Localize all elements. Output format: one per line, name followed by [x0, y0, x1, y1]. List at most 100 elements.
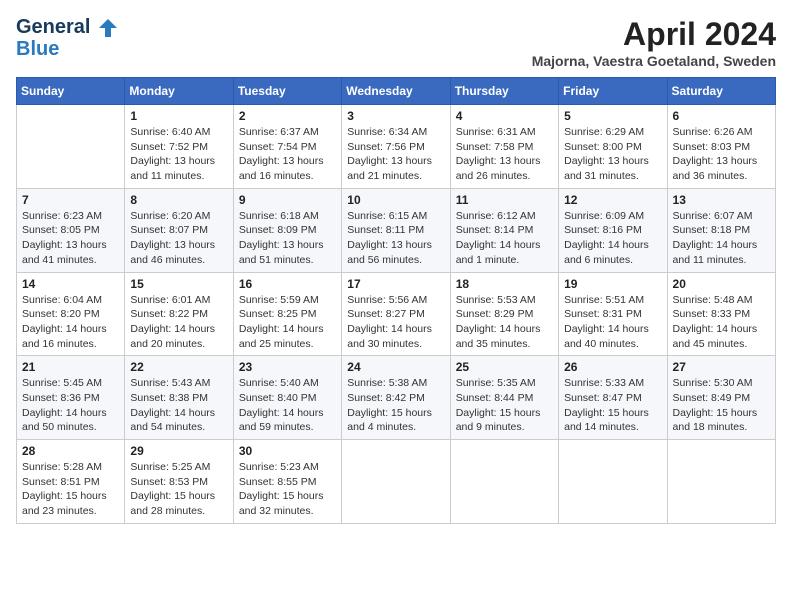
calendar-week-row: 21 Sunrise: 5:45 AMSunset: 8:36 PMDaylig… — [17, 356, 776, 440]
logo-blue: Blue — [16, 39, 119, 59]
day-info: Sunrise: 6:40 AMSunset: 7:52 PMDaylight:… — [130, 126, 215, 182]
page-header: General Blue April 2024 Majorna, Vaestra… — [16, 16, 776, 69]
calendar-cell — [667, 440, 775, 524]
day-number: 3 — [347, 109, 444, 123]
calendar-week-row: 14 Sunrise: 6:04 AMSunset: 8:20 PMDaylig… — [17, 272, 776, 356]
day-info: Sunrise: 5:43 AMSunset: 8:38 PMDaylight:… — [130, 377, 215, 433]
calendar-cell: 10 Sunrise: 6:15 AMSunset: 8:11 PMDaylig… — [342, 188, 450, 272]
day-number: 22 — [130, 360, 227, 374]
calendar-cell: 8 Sunrise: 6:20 AMSunset: 8:07 PMDayligh… — [125, 188, 233, 272]
day-number: 23 — [239, 360, 336, 374]
day-info: Sunrise: 6:18 AMSunset: 8:09 PMDaylight:… — [239, 210, 324, 266]
day-info: Sunrise: 6:31 AMSunset: 7:58 PMDaylight:… — [456, 126, 541, 182]
calendar-cell: 6 Sunrise: 6:26 AMSunset: 8:03 PMDayligh… — [667, 105, 775, 189]
day-info: Sunrise: 6:04 AMSunset: 8:20 PMDaylight:… — [22, 294, 107, 350]
calendar-cell: 25 Sunrise: 5:35 AMSunset: 8:44 PMDaylig… — [450, 356, 558, 440]
day-info: Sunrise: 6:01 AMSunset: 8:22 PMDaylight:… — [130, 294, 215, 350]
day-info: Sunrise: 5:28 AMSunset: 8:51 PMDaylight:… — [22, 461, 107, 517]
day-info: Sunrise: 6:15 AMSunset: 8:11 PMDaylight:… — [347, 210, 432, 266]
calendar-cell: 5 Sunrise: 6:29 AMSunset: 8:00 PMDayligh… — [559, 105, 667, 189]
day-info: Sunrise: 5:53 AMSunset: 8:29 PMDaylight:… — [456, 294, 541, 350]
calendar-cell: 7 Sunrise: 6:23 AMSunset: 8:05 PMDayligh… — [17, 188, 125, 272]
weekday-header: Saturday — [667, 78, 775, 105]
day-number: 5 — [564, 109, 661, 123]
day-info: Sunrise: 6:34 AMSunset: 7:56 PMDaylight:… — [347, 126, 432, 182]
calendar-cell: 29 Sunrise: 5:25 AMSunset: 8:53 PMDaylig… — [125, 440, 233, 524]
calendar-cell — [342, 440, 450, 524]
day-number: 27 — [673, 360, 770, 374]
month-title: April 2024 — [532, 16, 776, 53]
calendar-cell: 23 Sunrise: 5:40 AMSunset: 8:40 PMDaylig… — [233, 356, 341, 440]
day-number: 12 — [564, 193, 661, 207]
calendar-cell: 13 Sunrise: 6:07 AMSunset: 8:18 PMDaylig… — [667, 188, 775, 272]
weekday-header: Sunday — [17, 78, 125, 105]
calendar-cell: 22 Sunrise: 5:43 AMSunset: 8:38 PMDaylig… — [125, 356, 233, 440]
calendar-cell: 18 Sunrise: 5:53 AMSunset: 8:29 PMDaylig… — [450, 272, 558, 356]
day-info: Sunrise: 5:23 AMSunset: 8:55 PMDaylight:… — [239, 461, 324, 517]
day-info: Sunrise: 5:25 AMSunset: 8:53 PMDaylight:… — [130, 461, 215, 517]
calendar-body: 1 Sunrise: 6:40 AMSunset: 7:52 PMDayligh… — [17, 105, 776, 524]
calendar-cell — [17, 105, 125, 189]
calendar-week-row: 1 Sunrise: 6:40 AMSunset: 7:52 PMDayligh… — [17, 105, 776, 189]
title-area: April 2024 Majorna, Vaestra Goetaland, S… — [532, 16, 776, 69]
calendar-cell: 3 Sunrise: 6:34 AMSunset: 7:56 PMDayligh… — [342, 105, 450, 189]
logo-text: General — [16, 16, 119, 39]
day-info: Sunrise: 5:56 AMSunset: 8:27 PMDaylight:… — [347, 294, 432, 350]
calendar-cell: 2 Sunrise: 6:37 AMSunset: 7:54 PMDayligh… — [233, 105, 341, 189]
day-number: 28 — [22, 444, 119, 458]
day-number: 14 — [22, 277, 119, 291]
day-info: Sunrise: 6:23 AMSunset: 8:05 PMDaylight:… — [22, 210, 107, 266]
day-number: 1 — [130, 109, 227, 123]
day-number: 20 — [673, 277, 770, 291]
calendar-cell: 20 Sunrise: 5:48 AMSunset: 8:33 PMDaylig… — [667, 272, 775, 356]
calendar-cell — [450, 440, 558, 524]
calendar-cell: 11 Sunrise: 6:12 AMSunset: 8:14 PMDaylig… — [450, 188, 558, 272]
day-info: Sunrise: 5:51 AMSunset: 8:31 PMDaylight:… — [564, 294, 649, 350]
calendar-cell: 28 Sunrise: 5:28 AMSunset: 8:51 PMDaylig… — [17, 440, 125, 524]
logo: General Blue — [16, 16, 119, 59]
calendar-cell: 16 Sunrise: 5:59 AMSunset: 8:25 PMDaylig… — [233, 272, 341, 356]
calendar-cell: 14 Sunrise: 6:04 AMSunset: 8:20 PMDaylig… — [17, 272, 125, 356]
day-number: 17 — [347, 277, 444, 291]
logo-icon — [97, 17, 119, 39]
day-number: 24 — [347, 360, 444, 374]
day-info: Sunrise: 6:12 AMSunset: 8:14 PMDaylight:… — [456, 210, 541, 266]
day-number: 15 — [130, 277, 227, 291]
calendar-table: SundayMondayTuesdayWednesdayThursdayFrid… — [16, 77, 776, 524]
calendar-cell: 9 Sunrise: 6:18 AMSunset: 8:09 PMDayligh… — [233, 188, 341, 272]
calendar-cell: 19 Sunrise: 5:51 AMSunset: 8:31 PMDaylig… — [559, 272, 667, 356]
day-number: 19 — [564, 277, 661, 291]
day-number: 16 — [239, 277, 336, 291]
day-info: Sunrise: 6:09 AMSunset: 8:16 PMDaylight:… — [564, 210, 649, 266]
day-info: Sunrise: 5:33 AMSunset: 8:47 PMDaylight:… — [564, 377, 649, 433]
day-number: 25 — [456, 360, 553, 374]
day-info: Sunrise: 5:38 AMSunset: 8:42 PMDaylight:… — [347, 377, 432, 433]
calendar-cell: 21 Sunrise: 5:45 AMSunset: 8:36 PMDaylig… — [17, 356, 125, 440]
day-info: Sunrise: 6:26 AMSunset: 8:03 PMDaylight:… — [673, 126, 758, 182]
calendar-cell: 24 Sunrise: 5:38 AMSunset: 8:42 PMDaylig… — [342, 356, 450, 440]
calendar-cell: 30 Sunrise: 5:23 AMSunset: 8:55 PMDaylig… — [233, 440, 341, 524]
day-number: 2 — [239, 109, 336, 123]
calendar-cell: 12 Sunrise: 6:09 AMSunset: 8:16 PMDaylig… — [559, 188, 667, 272]
calendar-cell: 4 Sunrise: 6:31 AMSunset: 7:58 PMDayligh… — [450, 105, 558, 189]
day-number: 6 — [673, 109, 770, 123]
day-number: 10 — [347, 193, 444, 207]
weekday-header: Thursday — [450, 78, 558, 105]
day-info: Sunrise: 6:07 AMSunset: 8:18 PMDaylight:… — [673, 210, 758, 266]
day-info: Sunrise: 5:45 AMSunset: 8:36 PMDaylight:… — [22, 377, 107, 433]
day-number: 9 — [239, 193, 336, 207]
weekday-header: Friday — [559, 78, 667, 105]
calendar-cell: 1 Sunrise: 6:40 AMSunset: 7:52 PMDayligh… — [125, 105, 233, 189]
day-number: 7 — [22, 193, 119, 207]
calendar-cell — [559, 440, 667, 524]
day-number: 26 — [564, 360, 661, 374]
day-info: Sunrise: 5:30 AMSunset: 8:49 PMDaylight:… — [673, 377, 758, 433]
calendar-week-row: 7 Sunrise: 6:23 AMSunset: 8:05 PMDayligh… — [17, 188, 776, 272]
day-number: 18 — [456, 277, 553, 291]
day-number: 11 — [456, 193, 553, 207]
weekday-header-row: SundayMondayTuesdayWednesdayThursdayFrid… — [17, 78, 776, 105]
weekday-header: Wednesday — [342, 78, 450, 105]
day-number: 21 — [22, 360, 119, 374]
calendar-cell: 27 Sunrise: 5:30 AMSunset: 8:49 PMDaylig… — [667, 356, 775, 440]
calendar-cell: 26 Sunrise: 5:33 AMSunset: 8:47 PMDaylig… — [559, 356, 667, 440]
